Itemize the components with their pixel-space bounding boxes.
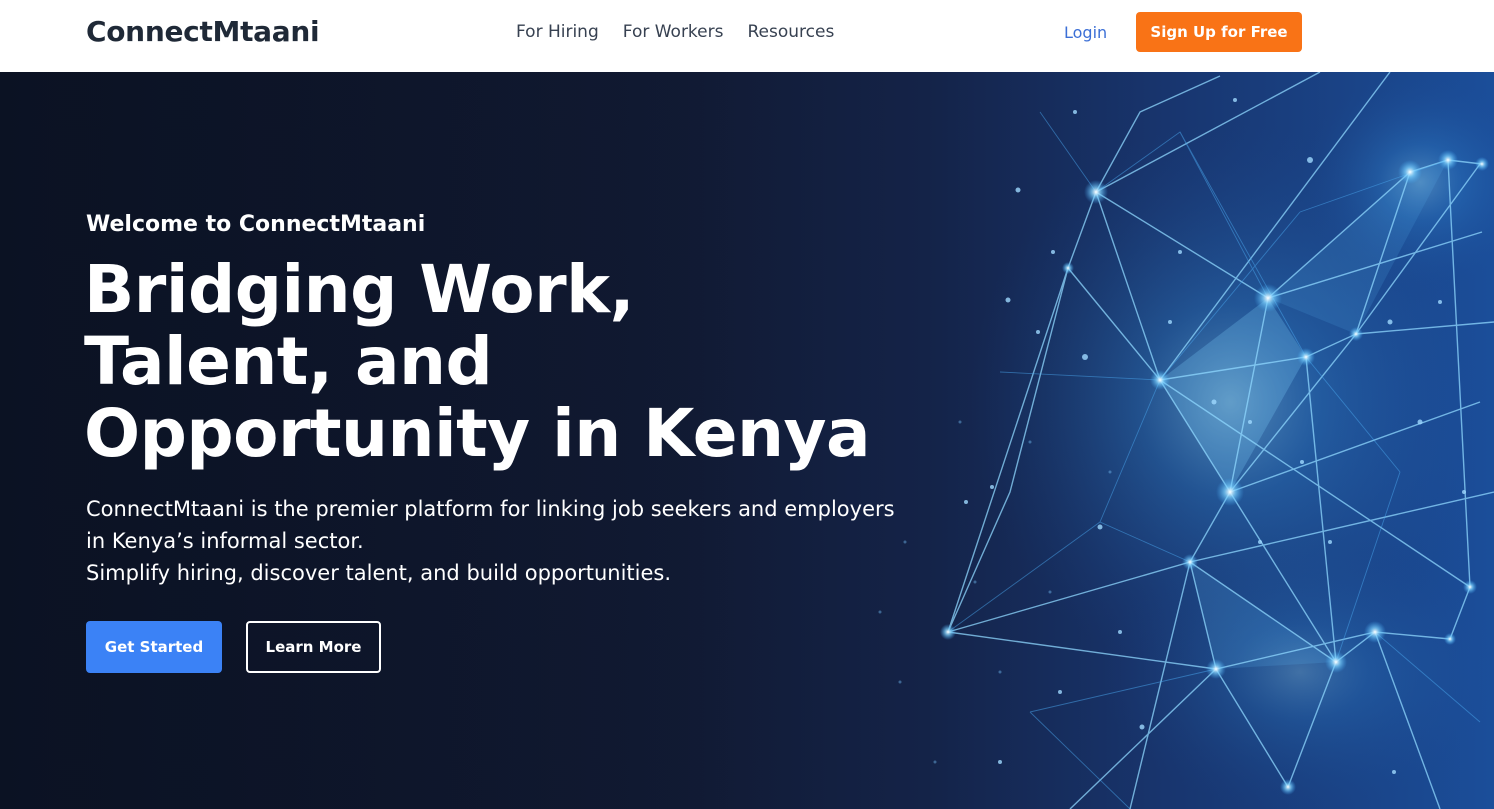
hero-description: ConnectMtaani is the premier platform fo… bbox=[86, 493, 916, 589]
login-link[interactable]: Login bbox=[1064, 23, 1107, 42]
hero-description-line-2: Simplify hiring, discover talent, and bu… bbox=[86, 561, 672, 585]
main-nav: For Hiring For Workers Resources bbox=[516, 22, 858, 42]
hero-eyebrow: Welcome to ConnectMtaani bbox=[86, 212, 426, 237]
nav-link-for-workers[interactable]: For Workers bbox=[623, 22, 724, 42]
nav-link-for-hiring[interactable]: For Hiring bbox=[516, 22, 599, 42]
hero-description-line-1: ConnectMtaani is the premier platform fo… bbox=[86, 497, 895, 553]
get-started-button[interactable]: Get Started bbox=[86, 621, 222, 673]
hero-headline: Bridging Work, Talent, and Opportunity i… bbox=[84, 251, 871, 472]
hero-section: Welcome to ConnectMtaani Bridging Work, … bbox=[0, 72, 1494, 809]
learn-more-button[interactable]: Learn More bbox=[246, 621, 381, 673]
nav-link-resources[interactable]: Resources bbox=[747, 22, 834, 42]
brand-logo[interactable]: ConnectMtaani bbox=[86, 15, 320, 48]
top-navbar: ConnectMtaani For Hiring For Workers Res… bbox=[0, 0, 1494, 72]
signup-button[interactable]: Sign Up for Free bbox=[1136, 12, 1302, 52]
